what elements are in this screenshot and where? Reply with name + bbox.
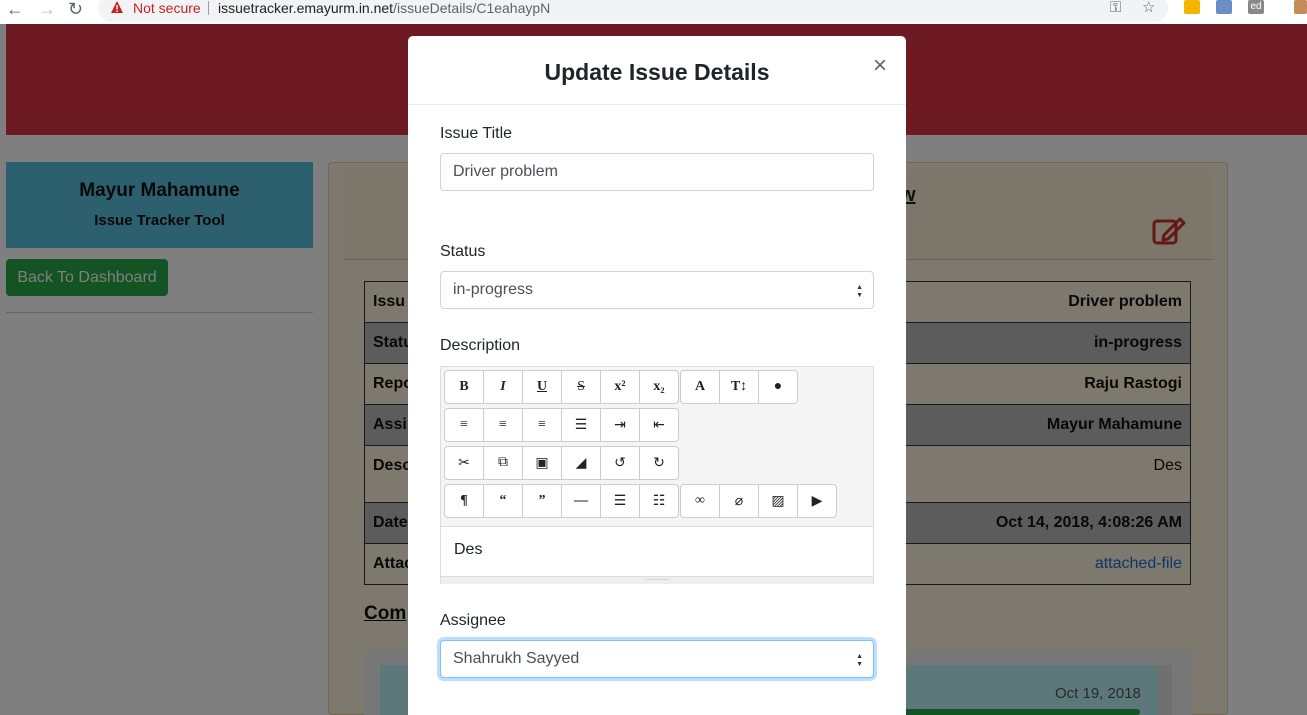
strikethrough-icon[interactable]: S (561, 370, 601, 404)
paragraph-icon[interactable]: ¶ (444, 484, 484, 518)
toolbar-group-font: A T↕ ● (680, 370, 798, 404)
font-icon[interactable]: A (680, 370, 720, 404)
extension-color-icon[interactable] (1184, 0, 1200, 14)
toolbar-row: ✂ ⧉ ▣ ◢ ↺ ↻ (444, 446, 680, 480)
select-arrows-icon: ▲ ▼ (856, 653, 863, 668)
url-host: issuetracker.emayurm.in.net (218, 0, 394, 16)
bold-icon[interactable]: B (444, 370, 484, 404)
unlink-icon[interactable]: ⌀ (719, 484, 759, 518)
status-value: in-progress (453, 281, 534, 298)
horizontal-rule-icon[interactable]: — (561, 484, 601, 518)
delete-icon[interactable]: ▣ (522, 446, 562, 480)
not-secure-label[interactable]: Not secure (133, 0, 201, 16)
toolbar-row: ≡ ≡ ≡ ☰ ⇥ ⇤ (444, 408, 680, 442)
modal-title: Update Issue Details (544, 59, 770, 85)
reload-icon[interactable]: ↻ (68, 0, 83, 18)
subscript-icon[interactable]: x₂ (639, 370, 679, 404)
assignee-label: Assignee (440, 612, 506, 629)
description-label: Description (440, 337, 521, 354)
align-right-icon[interactable]: ≡ (522, 408, 562, 442)
forward-arrow-icon[interactable]: → (38, 0, 56, 18)
toolbar-group-block: ¶ “ ” — ☰ ☷ (444, 484, 679, 518)
back-arrow-icon[interactable]: ← (6, 0, 24, 18)
toolbar-row: B I U S x² x₂ A T↕ ● (444, 370, 799, 404)
profile-avatar-icon[interactable] (1294, 0, 1307, 14)
link-icon[interactable]: ∞ (680, 484, 720, 518)
color-icon[interactable]: ● (758, 370, 798, 404)
redo-icon[interactable]: ↻ (639, 446, 679, 480)
description-text: Des (454, 541, 483, 558)
warning-icon (111, 1, 123, 13)
star-icon[interactable]: ☆ (1142, 0, 1155, 16)
address-separator (208, 1, 209, 15)
issue-title-value: Driver problem (453, 163, 558, 180)
cut-icon[interactable]: ✂ (444, 446, 484, 480)
bullet-list-icon[interactable]: ☰ (600, 484, 640, 518)
close-button[interactable]: × (873, 54, 887, 78)
copy-icon[interactable]: ⧉ (483, 446, 523, 480)
toolbar-row: ¶ “ ” — ☰ ☷ ∞ ⌀ ▨ ▶ (444, 484, 838, 518)
description-editor-area[interactable]: Des (441, 526, 873, 576)
italic-icon[interactable]: I (483, 370, 523, 404)
justify-icon[interactable]: ☰ (561, 408, 601, 442)
status-label: Status (440, 243, 486, 260)
font-size-icon[interactable]: T↕ (719, 370, 759, 404)
status-select[interactable]: in-progress ▲ ▼ (440, 271, 874, 309)
rich-text-editor: B I U S x² x₂ A T↕ ● ≡ ≡ ≡ ☰ ⇥ ⇤ ✂ ⧉ ▣ ◢… (440, 366, 874, 584)
url-text[interactable]: issuetracker.emayurm.in.net/issueDetails… (218, 0, 550, 16)
indent-icon[interactable]: ⇥ (600, 408, 640, 442)
url-path: /issueDetails/C1eahaypN (393, 0, 551, 16)
issue-title-label: Issue Title (440, 125, 513, 142)
select-arrows-icon: ▲ ▼ (856, 284, 863, 299)
align-left-icon[interactable]: ≡ (444, 408, 484, 442)
undo-icon[interactable]: ↺ (600, 446, 640, 480)
update-issue-modal: Update Issue Details × Issue Title Drive… (408, 36, 906, 715)
underline-icon[interactable]: U (522, 370, 562, 404)
toolbar-group-insert: ∞ ⌀ ▨ ▶ (680, 484, 837, 518)
toolbar-group-edit: ✂ ⧉ ▣ ◢ ↺ ↻ (444, 446, 679, 480)
toolbar-group-style: B I U S x² x₂ (444, 370, 679, 404)
editor-resize-handle[interactable]: ⋯⋯⋯ (441, 576, 873, 584)
modal-header: Update Issue Details × (408, 36, 906, 105)
superscript-icon[interactable]: x² (600, 370, 640, 404)
toolbar-group-align: ≡ ≡ ≡ ☰ ⇥ ⇤ (444, 408, 679, 442)
image-icon[interactable]: ▨ (758, 484, 798, 518)
extension-ed-icon[interactable]: ed (1248, 0, 1264, 14)
video-icon[interactable]: ▶ (797, 484, 837, 518)
eraser-icon[interactable]: ◢ (561, 446, 601, 480)
quote-close-icon[interactable]: ” (522, 484, 562, 518)
browser-toolbar: ← → ↻ Not secure issuetracker.emayurm.in… (0, 0, 1307, 24)
numbered-list-icon[interactable]: ☷ (639, 484, 679, 518)
align-center-icon[interactable]: ≡ (483, 408, 523, 442)
extension-screenshot-icon[interactable] (1216, 0, 1232, 14)
outdent-icon[interactable]: ⇤ (639, 408, 679, 442)
assignee-value: Shahrukh Sayyed (453, 650, 580, 667)
key-icon[interactable]: ⚿ (1110, 0, 1121, 16)
issue-title-input[interactable]: Driver problem (440, 153, 874, 191)
quote-open-icon[interactable]: “ (483, 484, 523, 518)
assignee-select[interactable]: Shahrukh Sayyed ▲ ▼ (440, 640, 874, 678)
